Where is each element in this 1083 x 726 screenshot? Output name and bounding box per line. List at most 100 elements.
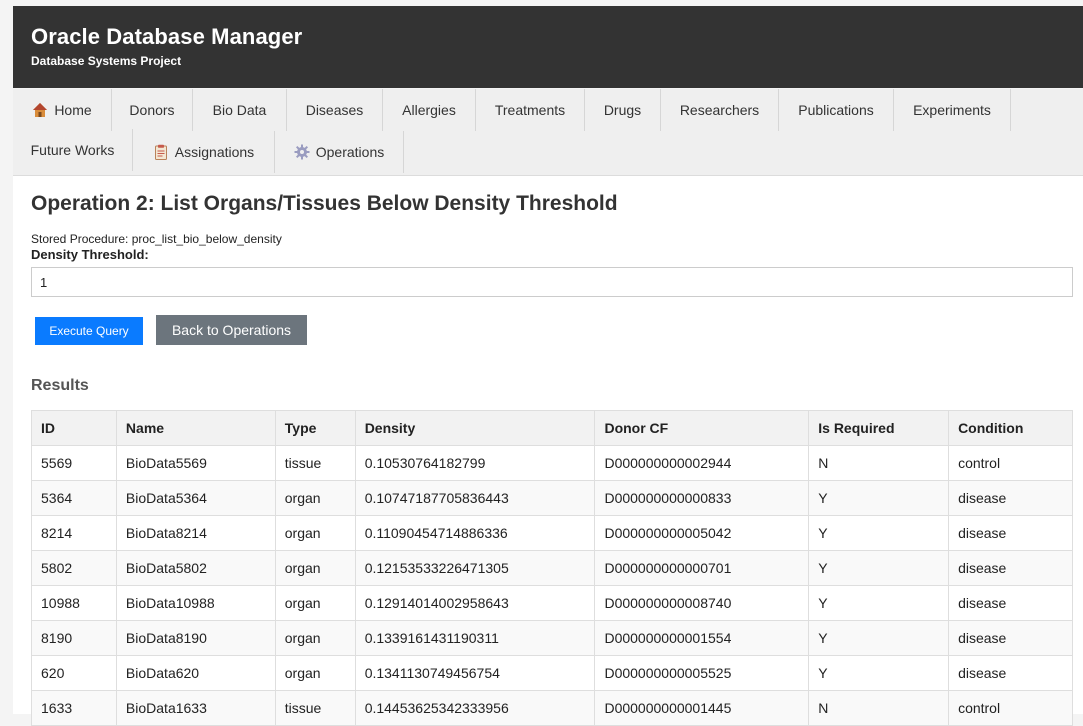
cell-donor-cf: D000000000005042 xyxy=(594,515,810,551)
results-heading: Results xyxy=(31,377,89,394)
nav-operations-label: Operations xyxy=(315,144,385,160)
cell-id: 1633 xyxy=(31,690,117,726)
app-subtitle: Database Systems Project xyxy=(31,54,182,68)
table-row: 8190 BioData8190 organ 0.133916143119031… xyxy=(31,620,1073,656)
nav-allergies[interactable]: Allergies xyxy=(383,89,476,131)
cell-donor-cf: D000000000000833 xyxy=(594,480,810,516)
column-header-type[interactable]: Type xyxy=(274,410,356,446)
cell-name: BioData5802 xyxy=(115,550,276,586)
results-table: ID Name Type Density Donor CF Is Require… xyxy=(31,410,1073,726)
nav-operations[interactable]: Operations xyxy=(275,131,404,173)
cell-is-required: Y xyxy=(808,515,950,551)
cell-is-required: Y xyxy=(808,480,950,516)
cell-donor-cf: D000000000000701 xyxy=(594,550,810,586)
cell-donor-cf: D000000000005525 xyxy=(594,655,810,691)
cell-name: BioData620 xyxy=(115,655,276,691)
column-header-is-required[interactable]: Is Required xyxy=(808,410,950,446)
nav-researchers-label: Researchers xyxy=(679,102,760,118)
cell-type: organ xyxy=(274,480,356,516)
nav-drugs-label: Drugs xyxy=(603,102,642,118)
app-title: Oracle Database Manager xyxy=(31,24,303,49)
density-threshold-label: Density Threshold: xyxy=(31,247,149,262)
cell-type: organ xyxy=(274,550,356,586)
column-header-donor-cf[interactable]: Donor CF xyxy=(594,410,810,446)
nav-drugs[interactable]: Drugs xyxy=(585,89,661,131)
table-header-row: ID Name Type Density Donor CF Is Require… xyxy=(31,410,1073,446)
table-row: 8214 BioData8214 organ 0.110904547148863… xyxy=(31,515,1073,551)
cell-name: BioData8214 xyxy=(115,515,276,551)
app-header: Oracle Database Manager Database Systems… xyxy=(13,6,1083,88)
nav-diseases[interactable]: Diseases xyxy=(287,89,383,131)
cell-density: 0.12914014002958643 xyxy=(354,585,596,621)
cell-is-required: Y xyxy=(808,585,950,621)
clipboard-icon xyxy=(153,144,169,160)
nav-bio-data[interactable]: Bio Data xyxy=(193,89,287,131)
cell-density: 0.12153533226471305 xyxy=(354,550,596,586)
cell-id: 8190 xyxy=(31,620,117,656)
nav-publications-label: Publications xyxy=(798,102,874,118)
cell-id: 620 xyxy=(31,655,117,691)
cell-type: organ xyxy=(274,620,356,656)
cell-name: BioData5364 xyxy=(115,480,276,516)
main-content: Operation 2: List Organs/Tissues Below D… xyxy=(13,176,1083,726)
cell-name: BioData8190 xyxy=(115,620,276,656)
cell-name: BioData10988 xyxy=(115,585,276,621)
column-header-name[interactable]: Name xyxy=(115,410,276,446)
nav-treatments[interactable]: Treatments xyxy=(476,89,585,131)
cell-is-required: N xyxy=(808,690,950,726)
cell-name: BioData1633 xyxy=(115,690,276,726)
nav-researchers[interactable]: Researchers xyxy=(661,89,779,131)
table-row: 620 BioData620 organ 0.1341130749456754 … xyxy=(31,655,1073,691)
nav-assignations[interactable]: Assignations xyxy=(133,131,275,173)
nav-assignations-label: Assignations xyxy=(174,144,255,160)
nav-experiments-label: Experiments xyxy=(913,102,991,118)
nav-diseases-label: Diseases xyxy=(305,102,364,118)
nav-donors[interactable]: Donors xyxy=(112,89,193,131)
cell-density: 0.10530764182799 xyxy=(354,445,596,481)
cell-density: 0.14453625342333956 xyxy=(354,690,596,726)
cell-id: 5364 xyxy=(31,480,117,516)
cell-id: 10988 xyxy=(31,585,117,621)
cell-is-required: Y xyxy=(808,655,950,691)
gear-icon xyxy=(294,144,310,160)
cell-id: 5569 xyxy=(31,445,117,481)
cell-id: 5802 xyxy=(31,550,117,586)
cell-condition: disease xyxy=(948,585,1073,621)
cell-density: 0.10747187705836443 xyxy=(354,480,596,516)
column-header-condition[interactable]: Condition xyxy=(948,410,1073,446)
nav-publications[interactable]: Publications xyxy=(779,89,894,131)
cell-type: tissue xyxy=(274,690,356,726)
table-row: 1633 BioData1633 tissue 0.14453625342333… xyxy=(31,690,1073,726)
cell-type: tissue xyxy=(274,445,356,481)
column-header-id[interactable]: ID xyxy=(31,410,117,446)
nav-future-works-label: Future Works xyxy=(30,142,115,158)
back-to-operations-button[interactable]: Back to Operations xyxy=(156,315,307,345)
cell-donor-cf: D000000000001554 xyxy=(594,620,810,656)
cell-is-required: Y xyxy=(808,550,950,586)
nav-allergies-label: Allergies xyxy=(402,102,456,118)
execute-query-button[interactable]: Execute Query xyxy=(35,317,143,345)
cell-type: organ xyxy=(274,655,356,691)
cell-is-required: Y xyxy=(808,620,950,656)
cell-donor-cf: D000000000002944 xyxy=(594,445,810,481)
cell-name: BioData5569 xyxy=(115,445,276,481)
table-row: 5364 BioData5364 organ 0.107471877058364… xyxy=(31,480,1073,516)
house-icon xyxy=(32,102,48,118)
nav-home-label: Home xyxy=(54,102,92,118)
cell-donor-cf: D000000000001445 xyxy=(594,690,810,726)
cell-condition: disease xyxy=(948,550,1073,586)
cell-condition: disease xyxy=(948,515,1073,551)
cell-condition: control xyxy=(948,690,1073,726)
cell-density: 0.11090454714886336 xyxy=(354,515,596,551)
nav-treatments-label: Treatments xyxy=(494,102,566,118)
cell-condition: disease xyxy=(948,620,1073,656)
table-row: 5569 BioData5569 tissue 0.10530764182799… xyxy=(31,445,1073,481)
density-threshold-input[interactable] xyxy=(31,267,1073,297)
nav-future-works[interactable]: Future Works xyxy=(13,129,133,171)
cell-id: 8214 xyxy=(31,515,117,551)
nav-home[interactable]: Home xyxy=(13,89,112,131)
main-nav: Home Donors Bio Data Diseases Allergies … xyxy=(13,89,1083,176)
nav-experiments[interactable]: Experiments xyxy=(894,89,1011,131)
column-header-density[interactable]: Density xyxy=(354,410,596,446)
operation-title: Operation 2: List Organs/Tissues Below D… xyxy=(31,192,618,215)
